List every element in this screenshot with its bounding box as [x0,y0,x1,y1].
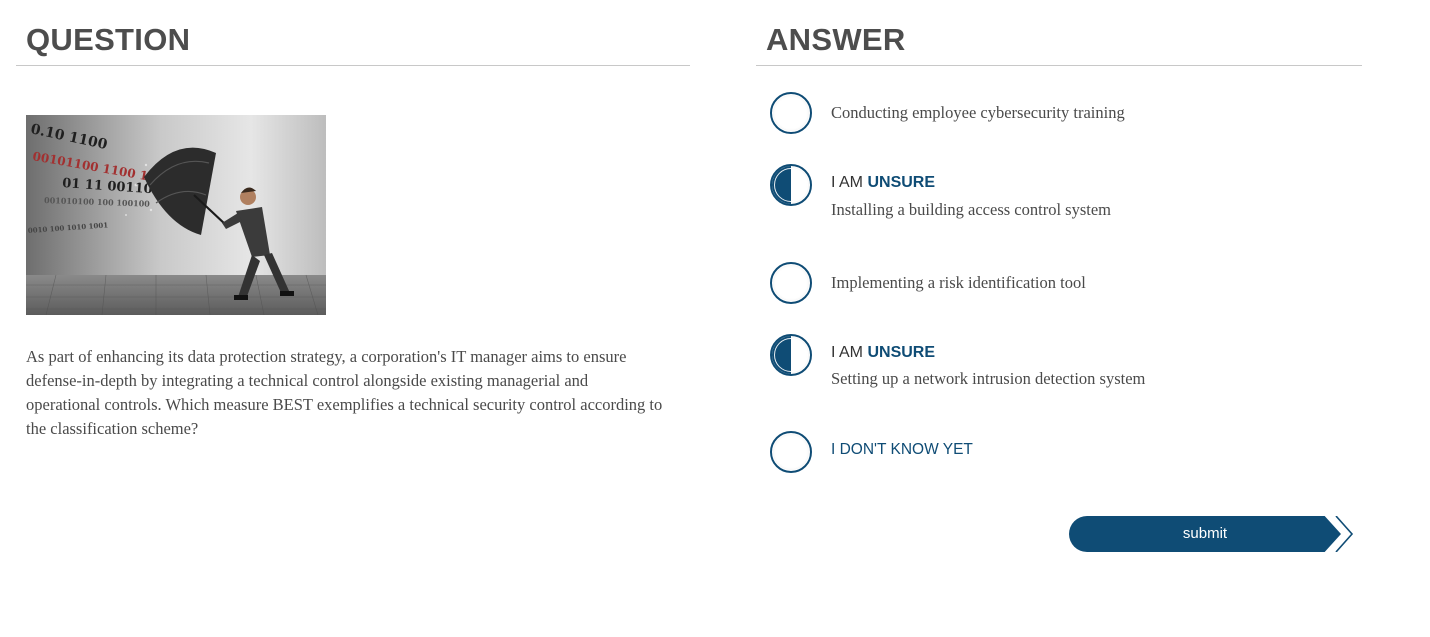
answer-option[interactable]: I AM UNSURE Installing a building access… [770,164,1370,220]
question-heading: QUESTION [26,22,191,57]
radio-empty-icon[interactable] [770,92,812,134]
answer-heading: ANSWER [766,22,906,57]
answer-option-label: Implementing a risk identification tool [831,273,1086,292]
dont-know-label: I DON'T KNOW YET [831,441,973,458]
radio-empty-icon[interactable] [770,431,812,473]
answer-option-label: Installing a building access control sys… [831,200,1111,219]
unsure-tag: I AM UNSURE [831,344,935,362]
answer-option-label: Setting up a network intrusion detection… [831,369,1146,388]
question-divider [16,65,690,66]
radio-empty-icon[interactable] [770,262,812,304]
unsure-word: UNSURE [867,174,936,191]
question-text: As part of enhancing its data protection… [26,347,663,438]
submit-button[interactable]: submit [1069,516,1341,552]
answer-option[interactable]: Conducting employee cybersecurity traini… [770,92,1370,138]
answer-divider [756,65,1362,66]
unsure-tag: I AM UNSURE [831,174,935,192]
question-image: 0.10 1100 00101100 1100 10 10 01 11 0011… [26,115,326,315]
unsure-prefix: I AM [831,344,868,361]
radio-half-filled-icon[interactable] [770,164,812,206]
unsure-word: UNSURE [867,344,936,361]
umbrella-man-illustration: 0.10 1100 00101100 1100 10 10 01 11 0011… [26,115,326,315]
answer-option-label: Conducting employee cybersecurity traini… [831,103,1125,122]
chevron-right-icon [1335,516,1354,552]
radio-half-filled-icon[interactable] [770,334,812,376]
submit-label: submit [1182,525,1228,542]
answer-option[interactable]: I AM UNSURE Setting up a network intrusi… [770,334,1370,390]
dont-know-option[interactable]: I DON'T KNOW YET [770,431,1370,477]
answer-option[interactable]: Implementing a risk identification tool [770,262,1370,308]
unsure-prefix: I AM [831,174,868,191]
